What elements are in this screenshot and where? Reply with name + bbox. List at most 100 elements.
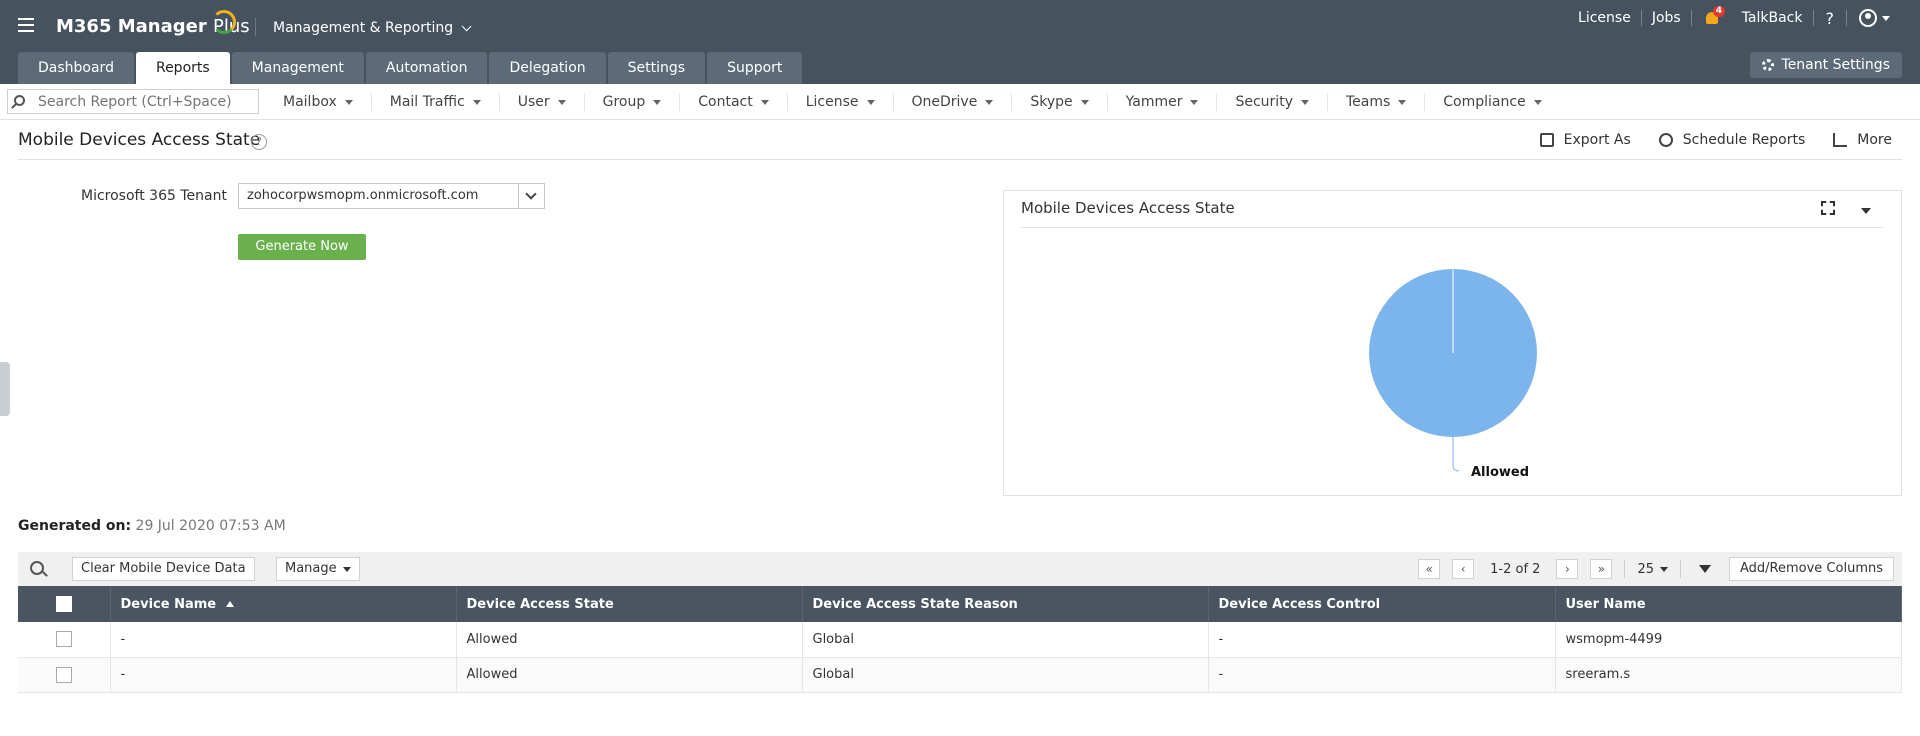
add-remove-columns-button[interactable]: Add/Remove Columns [1729, 557, 1894, 581]
grid-toolbar: Clear Mobile Device Data Manage « ‹ 1-2 … [18, 552, 1902, 586]
select-all-checkbox[interactable] [55, 596, 72, 612]
row-checkbox[interactable] [55, 666, 72, 683]
nav-yammer[interactable]: Yammer [1108, 93, 1218, 111]
nav-onedrive[interactable]: OneDrive [894, 93, 1013, 111]
cell-device-access-control: - [1208, 657, 1556, 693]
generated-timestamp: 29 Jul 2020 07:53 AM [135, 518, 286, 534]
cell-user-name: wsmopm-4499 [1555, 622, 1902, 658]
export-as-button[interactable]: Export As [1539, 132, 1631, 148]
tab-automation[interactable]: Automation [365, 52, 488, 84]
top-links: License Jobs 4 TalkBack ? [1568, 6, 1890, 28]
nav-mailbox[interactable]: Mailbox [265, 93, 372, 111]
chart-title: Mobile Devices Access State [1021, 199, 1235, 217]
column-device-access-state[interactable]: Device Access State [456, 586, 803, 622]
caret-down-icon [1190, 99, 1199, 105]
talkback-link[interactable]: TalkBack [1732, 10, 1813, 26]
jobs-link[interactable]: Jobs [1642, 10, 1691, 26]
nav-mail-traffic[interactable]: Mail Traffic [372, 93, 500, 111]
caret-down-icon [653, 99, 662, 105]
nav-contact[interactable]: Contact [680, 93, 788, 111]
cell-device-name: - [110, 622, 457, 658]
tab-management[interactable]: Management [231, 52, 364, 84]
cell-device-name: - [110, 657, 457, 693]
cell-user-name: sreeram.s [1555, 657, 1902, 693]
schedule-reports-button[interactable]: Schedule Reports [1658, 132, 1805, 148]
pie-label: Allowed [1471, 465, 1529, 480]
generated-on: Generated on: 29 Jul 2020 07:53 AM [18, 518, 286, 534]
pager: « ‹ 1-2 of 2 › » 25 Add/Remove Columns [1412, 557, 1902, 581]
select-all-header [18, 586, 111, 622]
cell-device-access-state-reason: Global [802, 622, 1209, 658]
nav-skype[interactable]: Skype [1012, 93, 1108, 111]
nav-license[interactable]: License [788, 93, 894, 111]
column-device-access-control[interactable]: Device Access Control [1208, 586, 1556, 622]
generate-now-button[interactable]: Generate Now [238, 234, 366, 260]
more-button[interactable]: More [1833, 132, 1892, 148]
divider [255, 18, 256, 36]
caret-down-icon [985, 99, 994, 105]
page-size-select[interactable]: 25 [1631, 562, 1674, 577]
caret-down-icon[interactable] [1882, 15, 1890, 21]
tab-support[interactable]: Support [707, 52, 803, 84]
report-category-nav: Mailbox Mail Traffic User Group Contact … [0, 84, 1920, 120]
tab-dashboard[interactable]: Dashboard [18, 52, 134, 84]
cell-device-access-control: - [1208, 622, 1556, 658]
gear-icon [1761, 59, 1774, 71]
caret-down-icon [1660, 566, 1668, 572]
search-icon[interactable] [30, 561, 44, 575]
row-checkbox[interactable] [55, 631, 72, 648]
caret-down-icon [344, 99, 353, 105]
caret-down-icon [472, 99, 481, 105]
nav-teams[interactable]: Teams [1328, 93, 1426, 111]
column-device-access-state-reason[interactable]: Device Access State Reason [802, 586, 1209, 622]
more-icon [1833, 133, 1848, 147]
caret-down-icon [1300, 99, 1309, 105]
last-page-button[interactable]: » [1590, 559, 1613, 579]
page-info: 1-2 of 2 [1490, 561, 1541, 577]
table-row[interactable]: - Allowed Global - wsmopm-4499 [18, 622, 1902, 658]
table-row[interactable]: - Allowed Global - sreeram.s [18, 657, 1902, 693]
nav-user[interactable]: User [500, 93, 585, 111]
filter-icon[interactable] [1699, 565, 1711, 573]
nav-security[interactable]: Security [1217, 93, 1328, 111]
caret-down-icon [342, 566, 351, 572]
export-icon [1539, 133, 1554, 147]
chart-panel: Mobile Devices Access State Allowed [1003, 190, 1902, 496]
caret-down-icon [1398, 99, 1407, 105]
search-input[interactable] [38, 92, 253, 112]
column-device-name[interactable]: Device Name [110, 586, 457, 622]
clear-mobile-device-data-button[interactable]: Clear Mobile Device Data [72, 557, 255, 581]
help-icon[interactable]: ? [1814, 9, 1847, 28]
report-search[interactable] [7, 89, 259, 114]
caret-down-icon[interactable] [1861, 208, 1871, 214]
license-link[interactable]: License [1568, 10, 1641, 26]
tab-reports[interactable]: Reports [135, 52, 230, 84]
first-page-button[interactable]: « [1418, 559, 1441, 579]
help-icon[interactable]: ? [251, 134, 267, 150]
side-panel-handle[interactable] [0, 362, 10, 416]
search-icon [14, 95, 25, 106]
column-user-name[interactable]: User Name [1555, 586, 1902, 622]
user-avatar-icon[interactable] [1859, 9, 1877, 27]
tab-settings[interactable]: Settings [607, 52, 706, 84]
tenant-settings-button[interactable]: Tenant Settings [1749, 52, 1902, 78]
nav-group[interactable]: Group [585, 93, 681, 111]
tenant-select[interactable]: zohocorpwsmopm.onmicrosoft.com [238, 183, 545, 209]
pie-chart: Allowed [1369, 269, 1537, 480]
chevron-down-icon[interactable] [518, 184, 544, 208]
table-header-row: Device Name Device Access State Device A… [18, 586, 1902, 622]
main-tabs: Dashboard Reports Management Automation … [18, 52, 804, 84]
context-switcher[interactable]: Management & Reporting [273, 20, 472, 36]
notification-bell-icon[interactable]: 4 [1704, 6, 1725, 26]
cell-device-access-state-reason: Global [802, 657, 1209, 693]
manage-button[interactable]: Manage [276, 557, 360, 581]
caret-down-icon [1533, 99, 1542, 105]
chevron-down-icon [461, 21, 472, 32]
tab-delegation[interactable]: Delegation [489, 52, 606, 84]
prev-page-button[interactable]: ‹ [1452, 559, 1475, 579]
nav-compliance[interactable]: Compliance [1425, 93, 1559, 111]
next-page-button[interactable]: › [1556, 559, 1579, 579]
report-title-bar: Mobile Devices Access State ? Export As … [18, 126, 1902, 160]
expand-icon[interactable] [1821, 201, 1835, 215]
menu-icon[interactable] [18, 18, 34, 32]
